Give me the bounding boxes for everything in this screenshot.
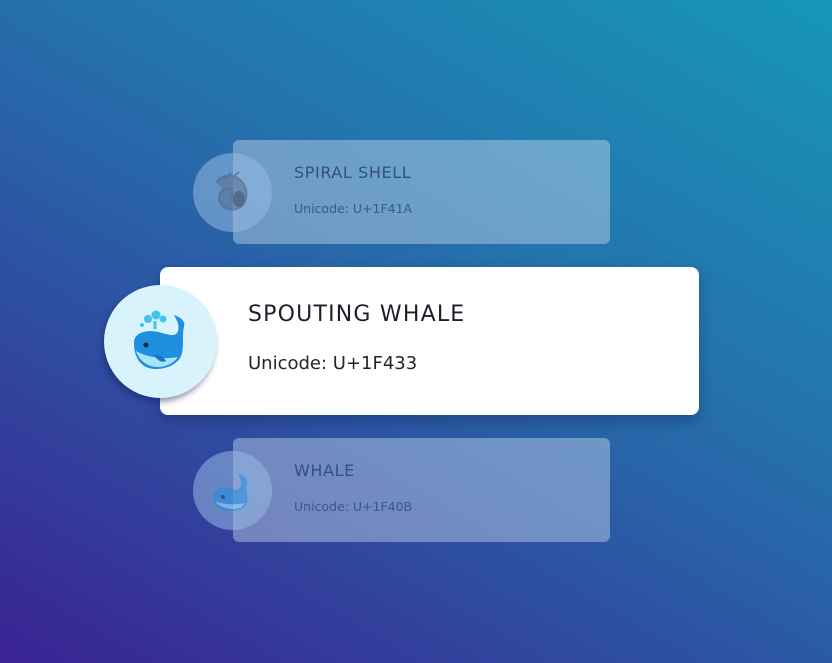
emoji-name: SPIRAL SHELL [294, 163, 412, 182]
emoji-card-whale[interactable]: WHALE Unicode: U+1F40B [193, 438, 610, 542]
spiral-shell-icon [216, 171, 248, 211]
emoji-name: SPOUTING WHALE [248, 302, 466, 327]
emoji-unicode: Unicode: U+1F40B [294, 499, 413, 514]
emoji-circle [193, 451, 272, 530]
emoji-name: WHALE [294, 461, 355, 480]
emoji-card-spouting-whale[interactable]: SPOUTING WHALE Unicode: U+1F433 [104, 267, 699, 415]
emoji-unicode: Unicode: U+1F433 [248, 353, 418, 374]
emoji-card-spiral-shell[interactable]: SPIRAL SHELL Unicode: U+1F41A [193, 140, 610, 244]
whale-icon [213, 473, 248, 511]
spouting-whale-icon [134, 310, 185, 369]
emoji-unicode: Unicode: U+1F41A [294, 201, 413, 216]
emoji-circle [104, 285, 217, 398]
emoji-circle [193, 153, 272, 232]
